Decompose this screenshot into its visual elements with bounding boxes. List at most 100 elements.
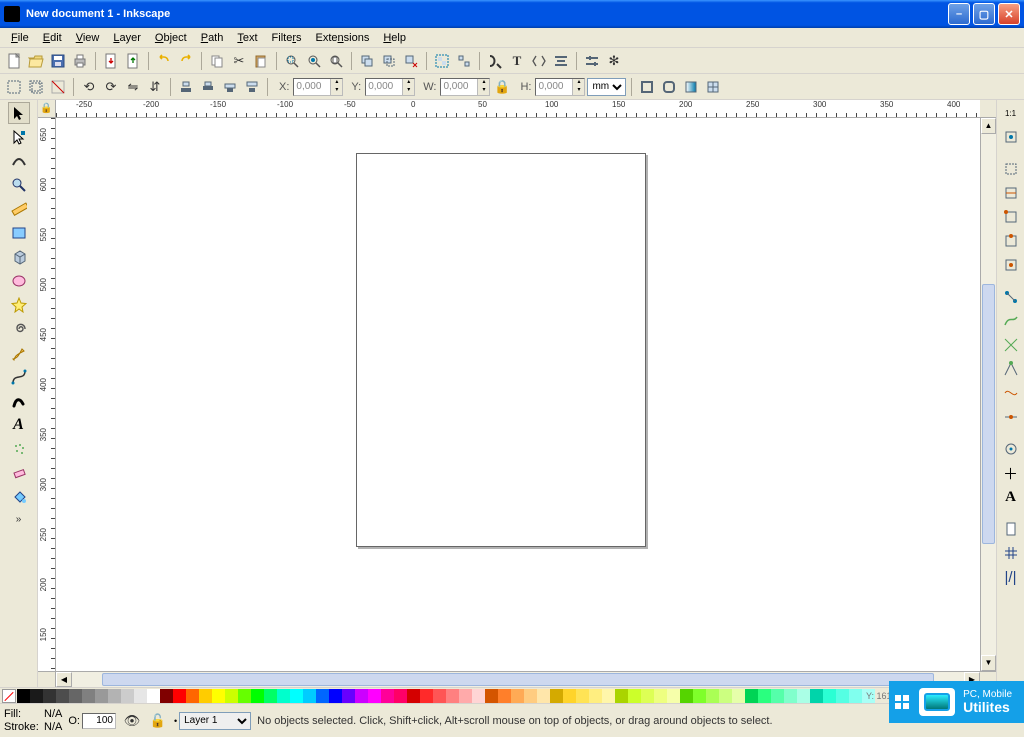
scrollbar-vertical[interactable]: ▲ ▼ [980,118,996,671]
color-swatch[interactable] [524,689,537,703]
text-tool-icon[interactable]: A [8,414,30,436]
measure-tool-icon[interactable] [8,198,30,220]
scroll-left-icon[interactable]: ◀ [56,672,72,687]
copy-icon[interactable] [207,51,227,71]
ungroup-icon[interactable] [454,51,474,71]
zoom-drawing-icon[interactable] [304,51,324,71]
color-swatch[interactable] [446,689,459,703]
import-icon[interactable] [101,51,121,71]
zoom-11-icon[interactable]: 1:1 [1000,102,1022,124]
color-swatch[interactable] [108,689,121,703]
color-swatch[interactable] [719,689,732,703]
color-swatch[interactable] [693,689,706,703]
open-icon[interactable] [26,51,46,71]
select-all-icon[interactable] [4,77,24,97]
flip-h-icon[interactable]: ⇋ [123,77,143,97]
redo-icon[interactable] [176,51,196,71]
rotate-ccw-icon[interactable]: ⟲ [79,77,99,97]
color-swatch[interactable] [615,689,628,703]
color-swatch[interactable] [433,689,446,703]
spin-up-icon[interactable]: ▴ [572,79,584,87]
color-swatch[interactable] [199,689,212,703]
color-swatch[interactable] [212,689,225,703]
color-swatch[interactable] [498,689,511,703]
new-icon[interactable] [4,51,24,71]
color-swatch[interactable] [381,689,394,703]
lower-bottom-icon[interactable] [176,77,196,97]
toolbox-overflow-icon[interactable]: » [16,514,22,525]
canvas[interactable] [56,118,980,671]
zoom-tool-icon[interactable] [8,174,30,196]
menu-layer[interactable]: Layer [106,30,148,46]
color-swatch[interactable] [69,689,82,703]
layer-lock-icon[interactable]: 🔓 [148,711,168,731]
layer-select[interactable]: Layer 1 [179,712,251,730]
snap-bbox-corner-icon[interactable] [1000,206,1022,228]
bucket-tool-icon[interactable] [8,486,30,508]
snap-grid-icon[interactable] [1000,542,1022,564]
layer-visible-icon[interactable]: 👁 [122,711,142,731]
scroll-v-thumb[interactable] [982,284,995,544]
tweak-tool-icon[interactable] [8,150,30,172]
color-swatch[interactable] [95,689,108,703]
opacity-control[interactable]: O: [68,713,116,729]
color-swatch[interactable] [173,689,186,703]
snap-text-icon[interactable]: A [1000,486,1022,508]
menu-object[interactable]: Object [148,30,194,46]
bezier-tool-icon[interactable] [8,366,30,388]
menu-view[interactable]: View [69,30,107,46]
zoom-page-icon[interactable] [326,51,346,71]
color-swatch[interactable] [537,689,550,703]
color-swatch[interactable] [589,689,602,703]
color-swatch[interactable] [836,689,849,703]
doc-properties-icon[interactable]: ✻ [604,51,624,71]
affect-pattern-icon[interactable] [703,77,723,97]
undo-icon[interactable] [154,51,174,71]
affect-corners-icon[interactable] [659,77,679,97]
opacity-input[interactable] [82,713,116,729]
snap-guide-icon[interactable]: |/| [1000,566,1022,588]
menu-path[interactable]: Path [194,30,231,46]
star-tool-icon[interactable] [8,294,30,316]
clone-icon[interactable] [379,51,399,71]
color-swatch[interactable] [758,689,771,703]
spray-tool-icon[interactable] [8,438,30,460]
select-all-layers-icon[interactable] [26,77,46,97]
lower-icon[interactable] [198,77,218,97]
color-swatch[interactable] [17,689,30,703]
scroll-up-icon[interactable]: ▲ [981,118,996,134]
color-swatch[interactable] [420,689,433,703]
color-swatch[interactable] [329,689,342,703]
raise-top-icon[interactable] [242,77,262,97]
minimize-button[interactable]: – [948,3,970,25]
color-swatch[interactable] [472,689,485,703]
w-field[interactable]: ▴▾ [440,78,490,96]
color-swatch[interactable] [771,689,784,703]
color-swatch[interactable] [706,689,719,703]
color-swatch[interactable] [511,689,524,703]
color-swatch[interactable] [355,689,368,703]
xml-editor-icon[interactable] [529,51,549,71]
color-swatch[interactable] [849,689,862,703]
h-input[interactable] [536,81,572,92]
color-swatch[interactable] [797,689,810,703]
menu-edit[interactable]: Edit [36,30,69,46]
ruler-lock-icon[interactable]: 🔒 [38,100,56,118]
scroll-v-track[interactable] [981,134,996,655]
align-icon[interactable] [551,51,571,71]
color-swatch[interactable] [186,689,199,703]
spiral-tool-icon[interactable] [8,318,30,340]
snap-midpoint-icon[interactable] [1000,406,1022,428]
snap-page-icon[interactable] [1000,518,1022,540]
snap-bbox-center-icon[interactable] [1000,254,1022,276]
color-swatch[interactable] [563,689,576,703]
color-swatch[interactable] [368,689,381,703]
layer-selector[interactable]: • Layer 1 [174,712,251,730]
menu-help[interactable]: Help [376,30,413,46]
cut-icon[interactable]: ✂ [229,51,249,71]
spin-down-icon[interactable]: ▾ [477,87,489,95]
unlink-clone-icon[interactable] [401,51,421,71]
color-swatch[interactable] [147,689,160,703]
color-swatch[interactable] [303,689,316,703]
text-dialog-icon[interactable]: T [507,51,527,71]
